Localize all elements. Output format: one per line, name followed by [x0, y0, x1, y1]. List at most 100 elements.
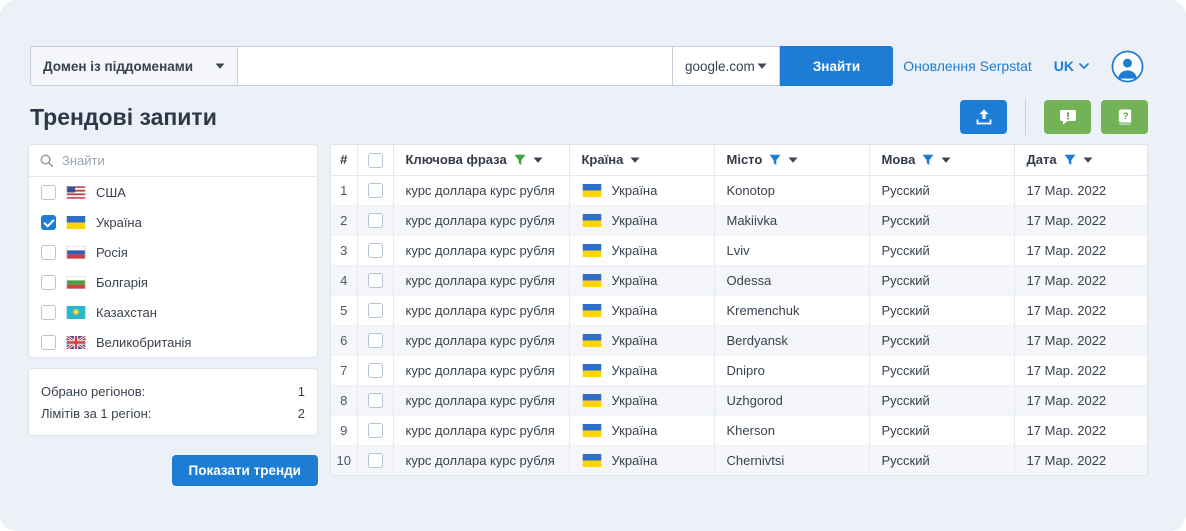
table-row[interactable]: 3 курс доллара курс рубля Україна Lviv Р… [331, 235, 1147, 265]
filter-icon[interactable] [1064, 154, 1076, 166]
row-number: 1 [331, 175, 357, 205]
country-cell: Україна [569, 445, 714, 475]
region-list-item[interactable]: Україна [29, 207, 317, 237]
country-flag-icon [582, 334, 602, 347]
region-list-item[interactable]: США [29, 177, 317, 207]
country-flag-icon [582, 394, 602, 407]
filter-icon[interactable] [769, 154, 781, 166]
date-cell: 17 Мар. 2022 [1014, 385, 1147, 415]
region-label: Казахстан [96, 305, 157, 320]
book-question-icon [1115, 107, 1135, 127]
language-cell: Русский [869, 325, 1014, 355]
city-cell: Berdyansk [714, 325, 869, 355]
row-checkbox[interactable] [368, 183, 383, 198]
city-cell: Kremenchuk [714, 295, 869, 325]
trends-table: # Ключова фраза Країна [331, 145, 1147, 475]
row-checkbox[interactable] [368, 243, 383, 258]
filter-icon[interactable] [922, 154, 934, 166]
country-cell: Україна [569, 265, 714, 295]
row-checkbox[interactable] [368, 213, 383, 228]
language-cell: Русский [869, 205, 1014, 235]
table-row[interactable]: 7 курс доллара курс рубля Україна Dnipro… [331, 355, 1147, 385]
date-cell: 17 Мар. 2022 [1014, 295, 1147, 325]
row-number: 4 [331, 265, 357, 295]
search-type-select[interactable]: Домен із піддоменами [30, 46, 237, 86]
region-list-item[interactable]: Великобританія [29, 327, 317, 357]
filter-active-icon[interactable] [514, 154, 526, 166]
regions-sidebar: США Україна Росія [28, 144, 318, 486]
row-checkbox[interactable] [368, 453, 383, 468]
serpstat-updates-link[interactable]: Оновлення Serpstat [903, 58, 1032, 74]
region-label: США [96, 185, 126, 200]
help-button[interactable] [1101, 100, 1148, 134]
row-checkbox[interactable] [368, 303, 383, 318]
app-window: Домен із піддоменами google.com Знайти О… [0, 0, 1186, 531]
chevron-down-icon[interactable] [941, 157, 951, 163]
region-list-item[interactable]: Болгарія [29, 267, 317, 297]
region-search-input[interactable] [62, 153, 307, 168]
date-cell: 17 Мар. 2022 [1014, 175, 1147, 205]
stat-row: Лімітів за 1 регіон: 2 [41, 402, 305, 424]
export-button[interactable] [960, 100, 1007, 134]
city-cell: Odessa [714, 265, 869, 295]
language-selector[interactable]: UK [1054, 58, 1089, 74]
region-checkbox[interactable] [41, 335, 56, 350]
region-checkbox[interactable] [41, 185, 56, 200]
country-label: Україна [612, 303, 658, 318]
row-checkbox[interactable] [368, 333, 383, 348]
country-flag-icon [582, 364, 602, 377]
search-query-input[interactable] [237, 46, 672, 86]
table-row[interactable]: 8 курс доллара курс рубля Україна Uzhgor… [331, 385, 1147, 415]
show-trends-button[interactable]: Показати тренди [172, 455, 318, 486]
table-row[interactable]: 1 курс доллара курс рубля Україна Konoto… [331, 175, 1147, 205]
country-flag-icon [582, 244, 602, 257]
country-cell: Україна [569, 295, 714, 325]
region-list-item[interactable]: Росія [29, 237, 317, 267]
city-cell: Lviv [714, 235, 869, 265]
country-label: Україна [612, 453, 658, 468]
country-label: Україна [612, 273, 658, 288]
keyword-phrase-cell: курс доллара курс рубля [393, 445, 569, 475]
col-date-label: Дата [1027, 152, 1057, 167]
region-list: США Україна Росія [29, 177, 317, 357]
topbar-right: Оновлення Serpstat UK [903, 50, 1144, 83]
col-date[interactable]: Дата [1014, 145, 1147, 175]
chevron-down-icon[interactable] [788, 157, 798, 163]
col-city[interactable]: Місто [714, 145, 869, 175]
city-cell: Uzhgorod [714, 385, 869, 415]
table-row[interactable]: 2 курс доллара курс рубля Україна Makiiv… [331, 205, 1147, 235]
region-checkbox[interactable] [41, 275, 56, 290]
table-row[interactable]: 6 курс доллара курс рубля Україна Berdya… [331, 325, 1147, 355]
col-country[interactable]: Країна [569, 145, 714, 175]
table-row[interactable]: 5 курс доллара курс рубля Україна Kremen… [331, 295, 1147, 325]
region-label: Великобританія [96, 335, 191, 350]
region-list-item[interactable]: Казахстан [29, 297, 317, 327]
user-avatar[interactable] [1111, 50, 1144, 83]
row-checkbox[interactable] [368, 273, 383, 288]
region-checkbox[interactable] [41, 305, 56, 320]
keyword-phrase-cell: курс доллара курс рубля [393, 295, 569, 325]
col-language[interactable]: Мова [869, 145, 1014, 175]
chevron-down-icon[interactable] [1083, 157, 1093, 163]
search-engine-select[interactable]: google.com [672, 46, 780, 86]
region-checkbox[interactable] [41, 215, 56, 230]
chevron-down-icon[interactable] [630, 157, 640, 163]
table-row[interactable]: 10 курс доллара курс рубля Україна Chern… [331, 445, 1147, 475]
search-type-label: Домен із піддоменами [43, 59, 193, 74]
region-label: Росія [96, 245, 128, 260]
page-title: Трендові запити [30, 104, 217, 131]
select-all-checkbox[interactable] [368, 153, 383, 168]
chevron-down-icon[interactable] [533, 157, 543, 163]
feedback-button[interactable] [1044, 100, 1091, 134]
search-bar: Домен із піддоменами google.com Знайти [30, 46, 893, 86]
find-button[interactable]: Знайти [780, 46, 893, 86]
col-keyword-phrase[interactable]: Ключова фраза [393, 145, 569, 175]
table-row[interactable]: 9 курс доллара курс рубля Україна Kherso… [331, 415, 1147, 445]
country-flag-icon [66, 246, 86, 259]
row-checkbox[interactable] [368, 363, 383, 378]
row-checkbox[interactable] [368, 423, 383, 438]
row-checkbox[interactable] [368, 393, 383, 408]
country-label: Україна [612, 333, 658, 348]
table-row[interactable]: 4 курс доллара курс рубля Україна Odessa… [331, 265, 1147, 295]
region-checkbox[interactable] [41, 245, 56, 260]
